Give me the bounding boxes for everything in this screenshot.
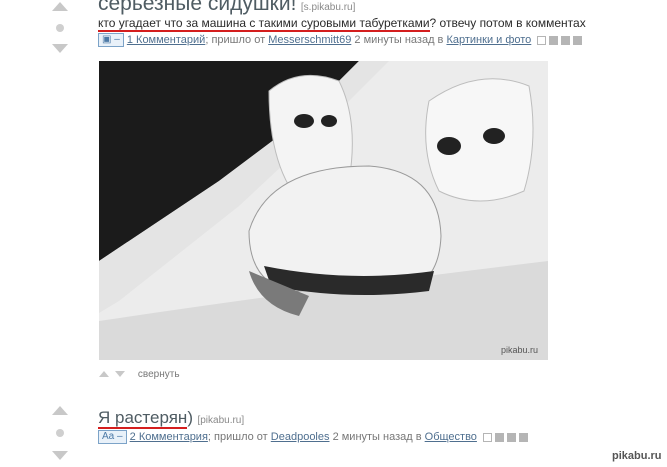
save-icon[interactable] xyxy=(537,35,547,45)
upvote-arrow-icon[interactable] xyxy=(52,2,68,11)
facebook-icon[interactable] xyxy=(494,432,504,442)
post-image[interactable]: pikabu.ru xyxy=(99,61,548,360)
category-link[interactable]: Общество xyxy=(425,431,477,443)
from-text: ; пришло от xyxy=(207,430,268,443)
author-link[interactable]: Deadpooles xyxy=(271,431,330,443)
save-icon[interactable] xyxy=(482,432,492,442)
category-link[interactable]: Картинки и фото xyxy=(446,34,531,46)
post-source: [pikabu.ru] xyxy=(197,415,245,426)
time-text: 2 минуты назад в xyxy=(332,430,422,443)
comments-link[interactable]: 2 Комментария xyxy=(130,431,208,443)
description-highlight: кто угадает что за машина с такими суров… xyxy=(98,16,430,32)
car-mirror-illustration: pikabu.ru xyxy=(99,61,548,360)
post-title[interactable]: Я растерян) xyxy=(98,408,193,429)
twitter-icon[interactable] xyxy=(518,432,528,442)
post-title-row: Я растерян) [pikabu.ru] xyxy=(98,408,245,429)
from-text: ; пришло от xyxy=(205,33,266,46)
time-text: 2 минуты назад в xyxy=(354,33,444,46)
author-link[interactable]: Messerschmitt69 xyxy=(268,34,351,46)
upvote-arrow-icon[interactable] xyxy=(52,406,68,415)
facebook-icon[interactable] xyxy=(549,35,559,45)
downvote-arrow-icon[interactable] xyxy=(52,451,68,460)
rating-dot-icon xyxy=(56,24,64,32)
post-meta: Aa – 2 Комментария; пришло от Deadpooles… xyxy=(98,430,528,444)
post-source: [s.pikabu.ru] xyxy=(300,2,356,13)
post-description: кто угадает что за машина с такими суров… xyxy=(98,16,586,32)
vk-icon[interactable] xyxy=(506,432,516,442)
collapse-up-icon[interactable] xyxy=(99,371,109,377)
vk-icon[interactable] xyxy=(561,35,571,45)
rating-dot-icon xyxy=(56,429,64,437)
image-watermark: pikabu.ru xyxy=(501,345,538,355)
page-watermark: pikabu.ru xyxy=(612,450,662,462)
post-meta: ▣ – 1 Комментарий; пришло от Messerschmi… xyxy=(98,33,583,47)
post-title-row: серьезные сидушки! [s.pikabu.ru] xyxy=(98,0,355,16)
collapse-down-icon[interactable] xyxy=(115,371,126,377)
post-title[interactable]: серьезные сидушки! xyxy=(98,0,296,15)
downvote-arrow-icon[interactable] xyxy=(52,44,68,53)
collapse-link[interactable]: свернуть xyxy=(138,369,180,380)
collapse-row: свернуть xyxy=(99,364,180,382)
description-rest: ? отвечу потом в комментах xyxy=(429,16,586,30)
twitter-icon[interactable] xyxy=(573,35,583,45)
comments-link[interactable]: 1 Комментарий xyxy=(127,34,205,46)
post-type-tag[interactable]: Aa – xyxy=(98,430,127,444)
post-type-tag[interactable]: ▣ – xyxy=(98,33,124,47)
